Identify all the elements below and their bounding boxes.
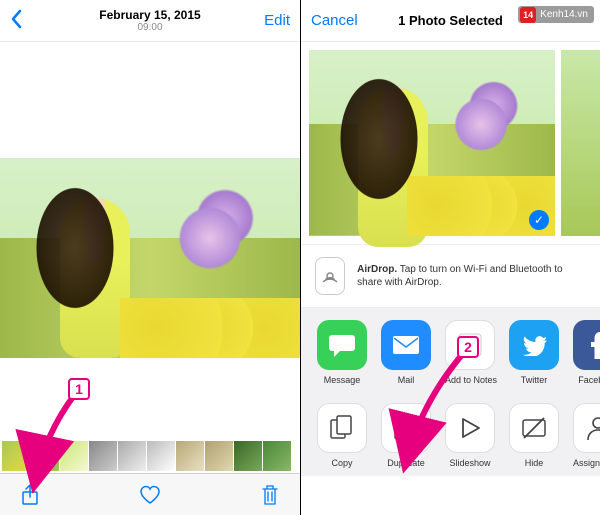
duplicate-icon — [381, 403, 431, 453]
slideshow-icon — [445, 403, 495, 453]
photo-viewer-screen: February 15, 2015 09:00 Edit — [0, 0, 300, 515]
thumbnail[interactable] — [2, 441, 30, 471]
actions-row[interactable]: Copy Duplicate Slideshow Hide Assign to Cont… — [301, 393, 600, 476]
share-apps-row[interactable]: Message Mail Add to Notes Twitter Facebook — [301, 308, 600, 393]
photo-canvas[interactable] — [0, 42, 300, 473]
action-copy[interactable]: Copy — [317, 403, 367, 468]
photo-header: February 15, 2015 09:00 Edit — [0, 0, 300, 42]
assign-to-contact-icon — [573, 403, 600, 453]
action-slideshow[interactable]: Slideshow — [445, 403, 495, 468]
thumbnail[interactable] — [31, 441, 59, 471]
thumbnail[interactable] — [89, 441, 117, 471]
thumbnail[interactable] — [263, 441, 291, 471]
header-title: February 15, 2015 09:00 — [70, 8, 230, 33]
action-label: Copy — [317, 458, 367, 468]
action-label: Slideshow — [445, 458, 495, 468]
thumbnail[interactable] — [205, 441, 233, 471]
cancel-button[interactable]: Cancel — [311, 12, 371, 29]
back-button[interactable] — [10, 9, 70, 33]
share-app-twitter[interactable]: Twitter — [509, 320, 559, 385]
selection-count: 1 Photo Selected — [371, 13, 530, 28]
hide-icon — [509, 403, 559, 453]
action-duplicate[interactable]: Duplicate — [381, 403, 431, 468]
share-preview-row[interactable]: ✓ — [301, 42, 600, 244]
airdrop-title: AirDrop. — [357, 264, 397, 275]
share-sheet-screen: Cancel 1 Photo Selected ✓ AirDrop. Tap t… — [300, 0, 600, 515]
share-app-facebook[interactable]: Facebook — [573, 320, 600, 385]
share-app-mail[interactable]: Mail — [381, 320, 431, 385]
thumbnail[interactable] — [147, 441, 175, 471]
action-label: Assign to Contact — [573, 458, 600, 468]
selection-check-icon: ✓ — [529, 210, 549, 230]
mail-icon — [381, 320, 431, 370]
airdrop-icon — [315, 257, 345, 295]
copy-icon — [317, 403, 367, 453]
favorite-button[interactable] — [138, 483, 162, 507]
action-assign-to-contact[interactable]: Assign to Contact — [573, 403, 600, 468]
photo-date: February 15, 2015 — [70, 8, 230, 22]
photo-toolbar — [0, 473, 300, 515]
app-label: Message — [317, 375, 367, 385]
photo-time: 09:00 — [70, 22, 230, 33]
annotation-badge-2: 2 — [457, 336, 479, 358]
action-label: Duplicate — [381, 458, 431, 468]
message-icon — [317, 320, 367, 370]
chevron-left-icon — [10, 9, 22, 29]
delete-button[interactable] — [258, 483, 282, 507]
app-label: Mail — [381, 375, 431, 385]
selected-photo[interactable]: ✓ — [309, 50, 555, 236]
action-label: Hide — [509, 458, 559, 468]
app-label: Add to Notes — [445, 375, 495, 385]
trash-icon — [261, 484, 279, 506]
heart-icon — [139, 485, 161, 505]
thumbnail[interactable] — [118, 441, 146, 471]
main-photo — [0, 158, 300, 358]
action-hide[interactable]: Hide — [509, 403, 559, 468]
thumbnail[interactable] — [176, 441, 204, 471]
next-photo-peek[interactable] — [561, 50, 600, 236]
airdrop-text: AirDrop. Tap to turn on Wi-Fi and Blueto… — [357, 263, 586, 290]
twitter-icon — [509, 320, 559, 370]
share-app-message[interactable]: Message — [317, 320, 367, 385]
facebook-icon — [573, 320, 600, 370]
annotation-badge-1: 1 — [68, 378, 90, 400]
share-button[interactable] — [18, 483, 42, 507]
thumbnail[interactable] — [60, 441, 88, 471]
watermark: Kenh14.vn — [518, 6, 594, 23]
thumbnail[interactable] — [234, 441, 262, 471]
share-icon — [21, 484, 39, 506]
thumbnail-strip[interactable] — [0, 441, 300, 473]
app-label: Facebook — [573, 375, 600, 385]
app-label: Twitter — [509, 375, 559, 385]
airdrop-row[interactable]: AirDrop. Tap to turn on Wi-Fi and Blueto… — [301, 244, 600, 308]
edit-button[interactable]: Edit — [230, 12, 290, 29]
